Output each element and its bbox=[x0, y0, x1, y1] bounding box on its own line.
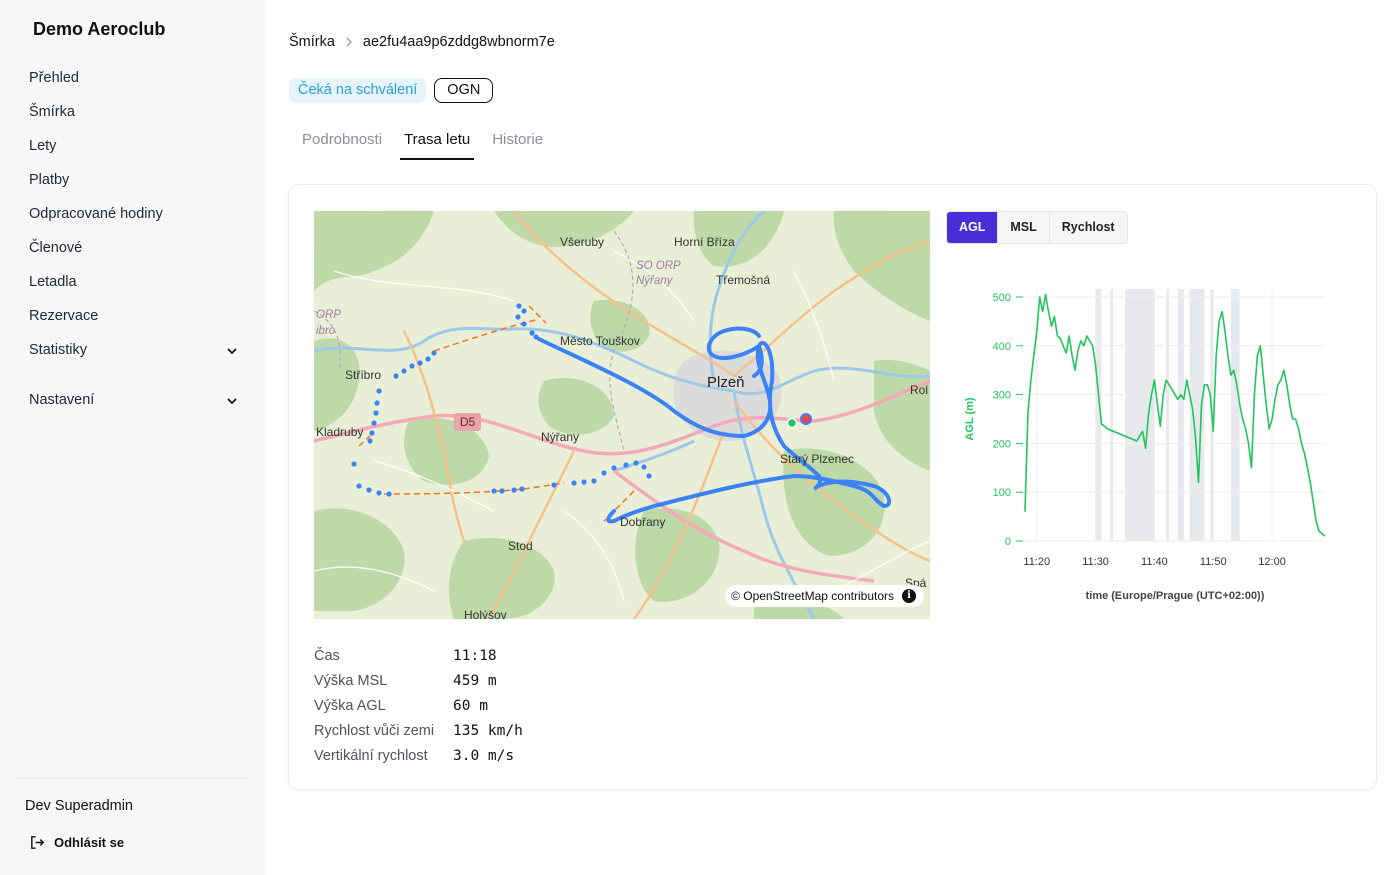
start-marker bbox=[786, 417, 798, 429]
breadcrumb: Šmírka ae2fu4aa9p6zddg8wbnorm7e bbox=[289, 34, 555, 50]
detail-value: 60 m bbox=[453, 697, 488, 714]
breadcrumb-parent[interactable]: Šmírka bbox=[289, 34, 335, 50]
point-details: Čas 11:18 Výška MSL 459 m Výška AGL 60 m Ry… bbox=[314, 643, 523, 768]
detail-row: Vertikální rychlost 3.0 m/s bbox=[314, 743, 523, 768]
map-label: Rol bbox=[910, 383, 929, 397]
sidebar-item-label: Nastavení bbox=[29, 392, 95, 408]
sidebar-item-label: Statistiky bbox=[29, 342, 88, 358]
detail-value: 11:18 bbox=[453, 647, 497, 664]
info-icon[interactable]: i bbox=[902, 589, 916, 603]
sidebar-item-prehled[interactable]: Přehled bbox=[0, 61, 265, 95]
sidebar-nav: Přehled Šmírka Lety Platby Odpracované h… bbox=[0, 61, 265, 417]
tab-trasa-letu[interactable]: Trasa letu bbox=[400, 124, 475, 160]
tabs: Podrobnosti Trasa letu Historie bbox=[302, 124, 565, 160]
user-name[interactable]: Dev Superadmin bbox=[25, 798, 133, 814]
altitude-chart[interactable]: 0 100 200 300 400 500 11:20 11:30 11:40 11:50 12:0… bbox=[955, 262, 1375, 612]
sidebar-item-statistiky[interactable]: Statistiky bbox=[0, 333, 265, 367]
map-label: Dobřany bbox=[620, 515, 666, 529]
detail-row: Výška AGL 60 m bbox=[314, 693, 523, 718]
logout-label: Odhlásit se bbox=[54, 834, 125, 850]
map-label: Horní Bříza bbox=[674, 235, 735, 249]
status-badge: Čeká na schválení bbox=[289, 78, 427, 103]
detail-label: Čas bbox=[314, 647, 340, 664]
chevron-down-icon bbox=[227, 348, 237, 355]
sidebar-item-letadla[interactable]: Letadla bbox=[0, 265, 265, 299]
sidebar-divider bbox=[16, 778, 248, 779]
chart-gap-band bbox=[1110, 289, 1114, 541]
map-base bbox=[314, 211, 930, 619]
detail-value: 459 m bbox=[453, 672, 497, 689]
detail-label: Výška AGL bbox=[314, 697, 386, 714]
msl-button[interactable]: MSL bbox=[998, 212, 1050, 243]
flight-map[interactable]: Všeruby Horní Bříza SO ORP Nýřany Třemoš… bbox=[314, 211, 930, 619]
sidebar-item-platby[interactable]: Platby bbox=[0, 163, 265, 197]
detail-value: 135 km/h bbox=[453, 722, 523, 739]
chart-gap-band bbox=[1125, 289, 1155, 541]
map-label: Třemošná bbox=[716, 273, 771, 287]
source-badge: OGN bbox=[434, 78, 494, 103]
speed-button[interactable]: Rychlost bbox=[1049, 212, 1127, 243]
detail-value: 3.0 m/s bbox=[453, 747, 515, 764]
logout-icon bbox=[31, 835, 45, 849]
badges: Čeká na schválení OGN bbox=[289, 78, 494, 103]
map-label: ORP bbox=[316, 309, 341, 321]
map-label: Kladruby bbox=[316, 425, 364, 439]
road-shield: D5 bbox=[454, 413, 481, 431]
map-label: Nýřany bbox=[541, 430, 580, 444]
map-label: Starý Plzenec bbox=[780, 452, 855, 466]
map-label: Stříbro bbox=[345, 368, 382, 382]
x-tick-label: 11:40 bbox=[1141, 556, 1168, 568]
y-tick-label: 500 bbox=[993, 292, 1011, 304]
sidebar: Demo Aeroclub Přehled Šmírka Lety Platby… bbox=[0, 0, 265, 875]
detail-row: Čas 11:18 bbox=[314, 643, 523, 668]
map-label: SO ORP bbox=[636, 260, 681, 272]
x-axis-label: time (Europe/Prague (UTC+02:00)) bbox=[1086, 590, 1265, 602]
y-tick-label: 0 bbox=[1005, 536, 1011, 548]
chart-gap-band bbox=[1177, 289, 1184, 541]
sidebar-item-lety[interactable]: Lety bbox=[0, 129, 265, 163]
map-label: Plzeň bbox=[707, 374, 745, 391]
tab-podrobnosti[interactable]: Podrobnosti bbox=[302, 124, 382, 160]
map-label: Holýšov bbox=[464, 608, 507, 619]
y-axis-label: AGL (m) bbox=[964, 397, 976, 441]
sidebar-item-smirka[interactable]: Šmírka bbox=[0, 95, 265, 129]
map-label: ibro bbox=[316, 325, 336, 337]
agl-series-line bbox=[1024, 293, 1326, 537]
map-attribution: © OpenStreetMap contributors i bbox=[725, 585, 924, 607]
y-tick-label: 300 bbox=[993, 390, 1011, 402]
breadcrumb-current: ae2fu4aa9p6zddg8wbnorm7e bbox=[362, 34, 555, 50]
detail-row: Rychlost vůči zemi 135 km/h bbox=[314, 718, 523, 743]
current-position-marker bbox=[800, 413, 812, 425]
x-tick-label: 11:20 bbox=[1023, 556, 1050, 568]
detail-row: Výška MSL 459 m bbox=[314, 668, 523, 693]
chart-gap-band bbox=[1230, 289, 1240, 541]
attribution-text[interactable]: © OpenStreetMap contributors bbox=[731, 589, 894, 603]
detail-label: Výška MSL bbox=[314, 672, 388, 689]
chart-metric-toggle: AGL MSL Rychlost bbox=[946, 211, 1128, 244]
sidebar-item-odpracovane-hodiny[interactable]: Odpracované hodiny bbox=[0, 197, 265, 231]
sidebar-item-clenove[interactable]: Členové bbox=[0, 231, 265, 265]
agl-button[interactable]: AGL bbox=[947, 212, 999, 243]
chart-gap-band bbox=[1166, 289, 1170, 541]
map-label: Všeruby bbox=[560, 235, 605, 249]
logout-button[interactable]: Odhlásit se bbox=[29, 832, 124, 852]
x-tick-label: 12:00 bbox=[1258, 556, 1286, 568]
detail-label: Rychlost vůči zemi bbox=[314, 722, 435, 739]
tab-historie[interactable]: Historie bbox=[492, 124, 543, 160]
sidebar-item-nastaveni[interactable]: Nastavení bbox=[0, 383, 265, 417]
y-tick-label: 100 bbox=[993, 487, 1011, 499]
chevron-right-icon bbox=[346, 37, 352, 47]
x-tick-label: 11:50 bbox=[1200, 556, 1227, 568]
y-tick-label: 200 bbox=[993, 438, 1011, 450]
map-label: Nýřany bbox=[636, 275, 673, 287]
map-label: Stod bbox=[508, 539, 533, 553]
map-label: Město Touškov bbox=[560, 334, 640, 348]
detail-label: Vertikální rychlost bbox=[314, 747, 428, 764]
x-tick-label: 11:30 bbox=[1082, 556, 1109, 568]
y-tick-label: 400 bbox=[993, 341, 1011, 353]
chevron-down-icon bbox=[227, 398, 237, 405]
sidebar-item-rezervace[interactable]: Rezervace bbox=[0, 299, 265, 333]
brand-title[interactable]: Demo Aeroclub bbox=[33, 19, 165, 40]
chart-gap-band bbox=[1189, 289, 1205, 541]
